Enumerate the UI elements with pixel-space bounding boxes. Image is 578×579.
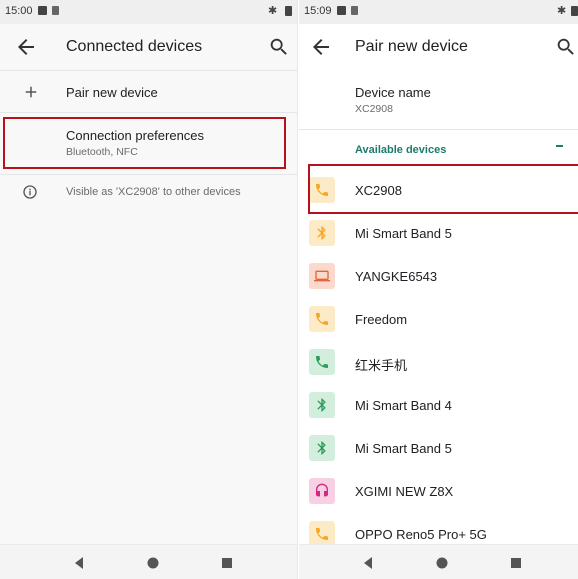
device-list-item[interactable]: Mi Smart Band 5	[299, 213, 578, 253]
device-name: 红米手机	[355, 358, 408, 373]
divider	[0, 174, 297, 175]
phone-icon	[309, 177, 335, 203]
visibility-text: Visible as 'XC2908' to other devices	[66, 186, 241, 198]
battery-icon	[285, 6, 292, 16]
connection-preferences-subtitle: Bluetooth, NFC	[66, 146, 138, 158]
headset-icon	[309, 478, 335, 504]
device-list-item[interactable]: XC2908	[299, 170, 578, 210]
navigation-bar	[0, 544, 297, 579]
phone-icon	[309, 306, 335, 332]
bluetooth-icon	[309, 392, 335, 418]
device-name: XC2908	[355, 183, 402, 198]
status-time: 15:09	[304, 5, 332, 17]
page-title: Pair new device	[355, 38, 468, 55]
device-list-item[interactable]: Freedom	[299, 299, 578, 339]
search-icon[interactable]	[268, 36, 290, 58]
status-time: 15:00	[5, 5, 33, 17]
pair-new-device-screen: 15:09 ✱ Pair new device Device name XC29…	[299, 0, 578, 579]
bluetooth-icon	[309, 435, 335, 461]
connection-preferences-label: Connection preferences	[66, 128, 205, 143]
device-list-item[interactable]: YANGKE6543	[299, 256, 578, 296]
nav-recents-icon[interactable]	[509, 556, 523, 570]
nav-recents-icon[interactable]	[220, 556, 234, 570]
device-list-item[interactable]: Mi Smart Band 4	[299, 385, 578, 425]
device-list-item[interactable]: 红米手机	[299, 342, 578, 382]
device-name-label: Device name	[355, 85, 431, 100]
notification-icon	[337, 6, 346, 15]
nav-back-icon[interactable]	[72, 556, 86, 570]
app-bar: Pair new device	[299, 24, 578, 70]
back-arrow-icon[interactable]	[309, 35, 333, 59]
scanning-indicator	[556, 145, 563, 147]
bluetooth-status-icon: ✱	[268, 5, 278, 17]
pair-new-device-item[interactable]: Pair new device	[0, 72, 297, 112]
visibility-info: Visible as 'XC2908' to other devices	[0, 176, 297, 210]
divider	[0, 112, 297, 113]
device-name: Mi Smart Band 5	[355, 441, 452, 456]
bluetooth-icon	[309, 220, 335, 246]
battery-icon	[571, 6, 578, 16]
connected-devices-screen: 15:00 ✱ Connected devices Pair new devic…	[0, 0, 298, 579]
device-name: YANGKE6543	[355, 269, 438, 284]
laptop-icon	[309, 263, 335, 289]
bluetooth-status-icon: ✱	[557, 5, 567, 17]
device-list-item[interactable]: Mi Smart Band 5	[299, 428, 578, 468]
info-icon	[23, 185, 37, 199]
device-name: XGIMI NEW Z8X	[355, 484, 454, 499]
device-name: Mi Smart Band 5	[355, 226, 452, 241]
add-icon	[25, 86, 37, 98]
sim-icon	[52, 6, 59, 15]
nav-back-icon[interactable]	[361, 556, 375, 570]
phone-icon	[309, 349, 335, 375]
status-bar: 15:00 ✱	[0, 0, 297, 24]
sim-icon	[351, 6, 358, 15]
status-bar: 15:09 ✱	[299, 0, 578, 24]
device-name: OPPO Reno5 Pro+ 5G	[355, 527, 487, 542]
available-devices-header: Available devices	[355, 144, 447, 156]
device-name: Mi Smart Band 4	[355, 398, 452, 413]
nav-home-icon[interactable]	[146, 556, 160, 570]
connection-preferences-item[interactable]: Connection preferences Bluetooth, NFC	[0, 114, 297, 172]
page-title: Connected devices	[66, 38, 203, 55]
divider	[299, 129, 578, 130]
device-name-item[interactable]: Device name XC2908	[299, 72, 578, 128]
pair-new-device-label: Pair new device	[66, 85, 158, 100]
divider	[0, 70, 297, 71]
back-arrow-icon[interactable]	[14, 35, 38, 59]
device-name: Freedom	[355, 312, 408, 327]
device-list-item[interactable]: XGIMI NEW Z8X	[299, 471, 578, 511]
navigation-bar	[299, 544, 578, 579]
nav-home-icon[interactable]	[435, 556, 449, 570]
notification-icon	[38, 6, 47, 15]
device-name-value: XC2908	[355, 103, 393, 115]
search-icon[interactable]	[555, 36, 577, 58]
app-bar: Connected devices	[0, 24, 297, 70]
